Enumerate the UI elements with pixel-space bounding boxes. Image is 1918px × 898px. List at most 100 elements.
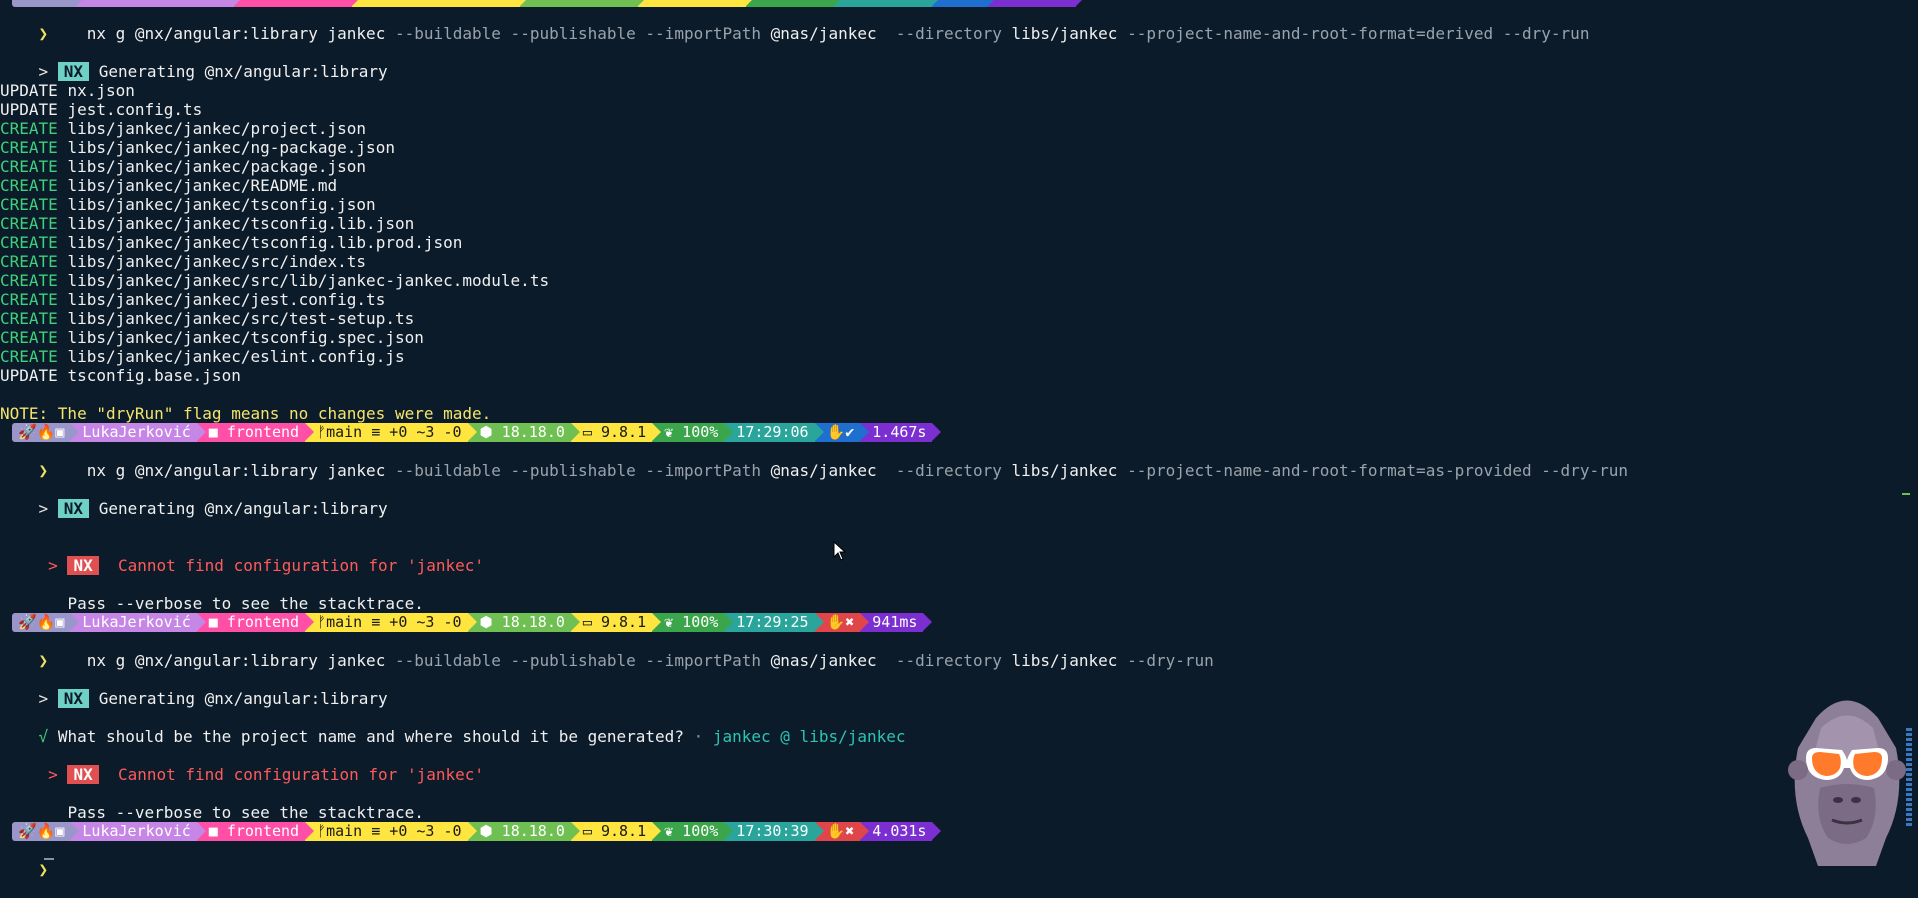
command-line: ❯ nx g @nx/angular:library jankec --buil…	[0, 632, 1918, 670]
status-battery: ❦ 100%	[652, 423, 734, 442]
status-icons: 🚀🔥▣	[12, 423, 80, 442]
file-op-row: UPDATE nx.json	[0, 81, 1918, 100]
status-directory: ■ frontend	[196, 423, 315, 442]
gorilla-avatar-icon	[1776, 688, 1918, 866]
nx-badge: NX	[57, 689, 90, 708]
file-op-row: CREATE libs/jankec/jankec/ng-package.jso…	[0, 138, 1918, 157]
command-flags: --directory	[876, 461, 1012, 480]
file-op-path: libs/jankec/jankec/tsconfig.lib.prod.jso…	[67, 233, 463, 252]
file-op-row: CREATE libs/jankec/jankec/tsconfig.lib.p…	[0, 233, 1918, 252]
command-flags: --project-name-and-root-format=derived -…	[1117, 24, 1590, 43]
file-op-row: UPDATE tsconfig.base.json	[0, 366, 1918, 385]
file-op-type: CREATE	[0, 138, 58, 157]
status-npm-version: ▭ 9.8.1	[570, 822, 662, 841]
status-node-version: ⬢ 18.18.0	[467, 613, 581, 632]
scroll-marker	[1902, 493, 1910, 495]
directory-value: libs/jankec	[1011, 24, 1118, 43]
status-user: LukaJerković	[70, 613, 207, 632]
nx-error-badge: NX	[67, 556, 99, 575]
file-op-type: UPDATE	[0, 100, 58, 119]
error-line: > NX Cannot find configuration for 'jank…	[48, 765, 485, 784]
generating-text: Generating @nx/angular:library	[98, 62, 388, 81]
error-message: Cannot find configuration for 'jankec'	[117, 556, 485, 575]
file-op-type: CREATE	[0, 328, 58, 347]
file-op-type: CREATE	[0, 271, 58, 290]
file-op-row: CREATE libs/jankec/jankec/eslint.config.…	[0, 347, 1918, 366]
file-op-type: UPDATE	[0, 366, 58, 385]
generating-text: Generating @nx/angular:library	[98, 689, 388, 708]
file-op-path: tsconfig.base.json	[67, 366, 241, 385]
import-path-value: @nas/jankec	[770, 24, 877, 43]
status-time: 17:30:39	[724, 822, 824, 841]
nx-badge: NX	[57, 62, 90, 81]
status-bar: 🚀🔥▣ LukaJerković ■ frontend ᚠmain ≡ +0 ~…	[12, 613, 933, 632]
scrollbar-minimap[interactable]	[1906, 728, 1912, 866]
file-op-type: CREATE	[0, 309, 58, 328]
file-op-path: libs/jankec/jankec/README.md	[67, 176, 338, 195]
command-text: nx g @nx/angular:library jankec	[86, 461, 386, 480]
current-prompt[interactable]: ❯	[0, 841, 1918, 879]
generating-line: > NX Generating @nx/angular:library	[38, 689, 388, 708]
question-answer: jankec @ libs/jankec	[712, 727, 906, 746]
verbose-hint: Pass --verbose to see the stacktrace.	[67, 803, 424, 822]
generating-text: Generating @nx/angular:library	[98, 499, 388, 518]
status-directory: ■ frontend	[196, 822, 315, 841]
command-flags: --directory	[876, 651, 1012, 670]
file-op-type: CREATE	[0, 290, 58, 309]
status-icons: 🚀🔥▣	[12, 822, 80, 841]
status-npm-version: ▭ 9.8.1	[570, 423, 662, 442]
file-op-path: libs/jankec/jankec/tsconfig.json	[67, 195, 376, 214]
status-user: LukaJerković	[70, 822, 207, 841]
file-op-path: libs/jankec/jankec/src/test-setup.ts	[67, 309, 415, 328]
command-flags: --buildable --publishable --importPath	[385, 24, 771, 43]
file-op-type: CREATE	[0, 214, 58, 233]
file-op-row: CREATE libs/jankec/jankec/tsconfig.lib.j…	[0, 214, 1918, 233]
status-battery: ❦ 100%	[652, 822, 734, 841]
command-flags: --directory	[876, 24, 1012, 43]
file-op-type: CREATE	[0, 195, 58, 214]
command-flags: --project-name-and-root-format=as-provid…	[1117, 461, 1628, 480]
import-path-value: @nas/jankec	[770, 461, 877, 480]
file-op-path: libs/jankec/jankec/src/lib/jankec-jankec…	[67, 271, 550, 290]
nx-error-badge: NX	[67, 765, 99, 784]
check-icon: √	[38, 727, 49, 746]
status-npm-version: ▭ 9.8.1	[570, 613, 662, 632]
status-git-branch: ᚠmain ≡ +0 ~3 -0	[305, 613, 478, 632]
status-icons: 🚀🔥▣	[12, 613, 80, 632]
question-text: What should be the project name and wher…	[57, 727, 684, 746]
status-exec-time: 1.467s	[860, 423, 942, 442]
status-exec-time: 941ms	[860, 613, 933, 632]
file-op-path: jest.config.ts	[67, 100, 203, 119]
file-op-row: CREATE libs/jankec/jankec/project.json	[0, 119, 1918, 138]
status-git-branch: ᚠmain ≡ +0 ~3 -0	[305, 423, 478, 442]
status-node-version: ⬢ 18.18.0	[467, 822, 581, 841]
file-op-type: CREATE	[0, 157, 58, 176]
command-flags: --dry-run	[1117, 651, 1214, 670]
file-op-row: CREATE libs/jankec/jankec/README.md	[0, 176, 1918, 195]
command-line: ❯ nx g @nx/angular:library jankec --buil…	[0, 442, 1918, 480]
status-directory: ■ frontend	[196, 613, 315, 632]
file-op-path: libs/jankec/jankec/eslint.config.js	[67, 347, 405, 366]
dry-run-note: NOTE: The "dryRun" flag means no changes…	[0, 404, 492, 423]
verbose-hint: Pass --verbose to see the stacktrace.	[67, 594, 424, 613]
directory-value: libs/jankec	[1011, 651, 1118, 670]
command-flags: --buildable --publishable --importPath	[385, 651, 771, 670]
command-text: nx g @nx/angular:library jankec	[86, 24, 386, 43]
question-separator: ·	[683, 727, 713, 746]
verbose-hint-line: Pass --verbose to see the stacktrace.	[0, 784, 1918, 822]
nx-badge: NX	[57, 499, 90, 518]
command-text: nx g @nx/angular:library jankec	[86, 651, 386, 670]
file-op-row: CREATE libs/jankec/jankec/jest.config.ts	[0, 290, 1918, 309]
status-time: 17:29:25	[724, 613, 824, 632]
file-op-path: libs/jankec/jankec/package.json	[67, 157, 367, 176]
directory-value: libs/jankec	[1011, 461, 1118, 480]
status-bar: 🚀🔥▣ LukaJerković ■ frontend ᚠmain ≡ +0 ~…	[12, 822, 942, 841]
command-line: ❯ nx g @nx/angular:library jankec --buil…	[0, 5, 1918, 43]
file-op-path: libs/jankec/jankec/ng-package.json	[67, 138, 395, 157]
file-op-path: libs/jankec/jankec/tsconfig.spec.json	[67, 328, 424, 347]
file-op-row: UPDATE jest.config.ts	[0, 100, 1918, 119]
import-path-value: @nas/jankec	[770, 651, 877, 670]
file-op-type: CREATE	[0, 176, 58, 195]
file-op-row: CREATE libs/jankec/jankec/src/lib/jankec…	[0, 271, 1918, 290]
prompt-chevron-icon: ❯	[38, 651, 49, 670]
